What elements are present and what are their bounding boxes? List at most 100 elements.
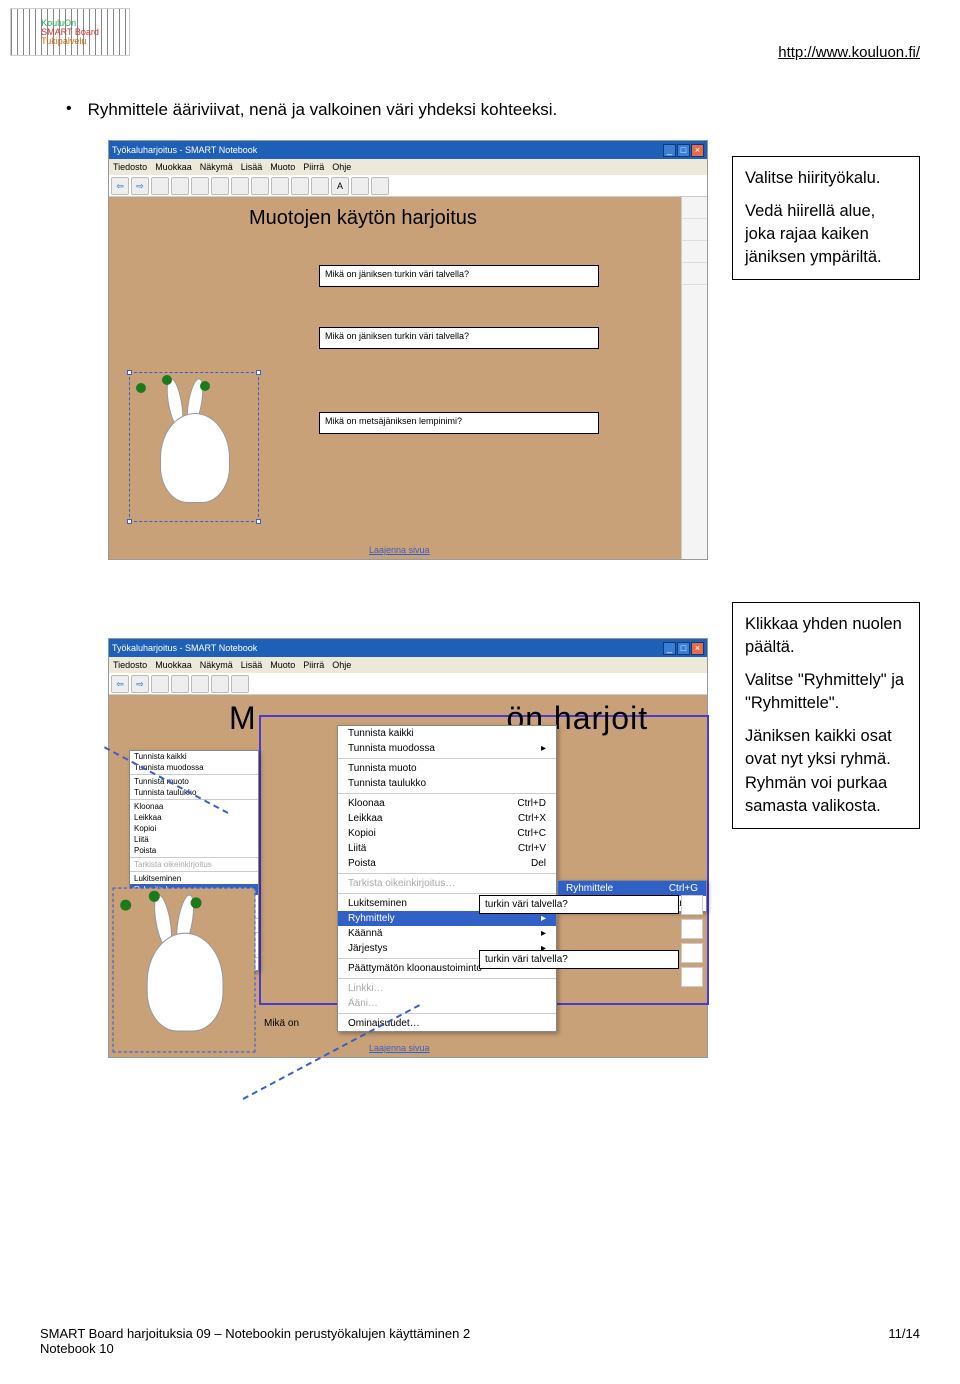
question-box-2[interactable]: Mikä on jäniksen turkin väri talvella? [319,327,599,349]
tool-8[interactable] [291,177,309,195]
maximize-button[interactable]: □ [677,144,690,157]
menu-item[interactable]: Poista [130,845,258,856]
tool-2[interactable] [171,177,189,195]
menu-separator [130,799,258,800]
menu-view[interactable]: Näkymä [200,660,233,670]
maximize-button[interactable]: □ [677,642,690,655]
tool-5[interactable] [231,675,249,693]
context-menu-main[interactable]: Tunnista kaikki Tunnista muodossa Tunnis… [337,725,557,1032]
minimize-button[interactable]: _ [663,144,676,157]
rotation-handle[interactable] [191,897,202,908]
menu-item[interactable]: Tunnista muoto [130,776,258,787]
tool-3[interactable] [191,177,209,195]
heading-frag-left: M [229,700,257,736]
logo: KouluOn SMART Board Tukipalvelu [10,8,130,56]
menu-edit[interactable]: Muokkaa [155,660,192,670]
menu-format[interactable]: Muoto [270,660,295,670]
menu-item[interactable]: Liitä [130,834,258,845]
forward-button[interactable]: ⇨ [131,177,149,195]
menubar: Tiedosto Muokkaa Näkymä Lisää Muoto Piir… [109,657,707,673]
nav-add-icon[interactable] [681,943,703,963]
close-button[interactable]: × [691,642,704,655]
rabbit-body [160,413,230,503]
resize-handle[interactable] [127,370,132,375]
nav-close-icon[interactable] [681,967,703,987]
screenshot-1: Työkaluharjoitus - SMART Notebook _ □ × … [108,140,708,560]
question-box-3[interactable]: Mikä on metsäjäniksen lempinimi? [319,412,599,434]
side-gallery-icon[interactable] [682,219,707,241]
question-box-1[interactable]: Mikä on jäniksen turkin väri talvella? [319,265,599,287]
rotation-handle[interactable] [200,381,210,391]
menu-help[interactable]: Ohje [332,660,351,670]
close-button[interactable]: × [691,144,704,157]
menu-file[interactable]: Tiedosto [113,162,147,172]
callout-box-2: Klikkaa yhden nuolen päältä. Valitse "Ry… [732,602,920,829]
menu-separator [338,978,556,979]
rotation-handle[interactable] [149,891,160,902]
rotation-handle[interactable] [120,900,131,911]
menu-draw[interactable]: Piirrä [303,162,324,172]
menu-file[interactable]: Tiedosto [113,660,147,670]
question-fragment-1: turkin väri talvella? [479,895,679,914]
rotation-handle[interactable] [136,383,146,393]
toolbar: ⇦ ⇨ A [109,175,707,197]
tool-4[interactable] [211,177,229,195]
menu-item[interactable]: Kopioi [130,823,258,834]
nav-prev-icon[interactable] [681,895,703,915]
expand-page-link[interactable]: Laajenna sivua [369,545,430,555]
back-button[interactable]: ⇦ [111,177,129,195]
footer-line2: Notebook 10 [40,1341,470,1356]
instruction-bullet: • Ryhmittele ääriviivat, nenä ja valkoin… [66,100,557,120]
resize-handle[interactable] [256,370,261,375]
rabbit-selection[interactable] [129,372,259,522]
bullet-dot: • [66,100,72,118]
resize-handle[interactable] [127,519,132,524]
menu-item-disabled: Ääni… [338,996,556,1011]
menu-draw[interactable]: Piirrä [303,660,324,670]
menu-item-disabled: Tarkista oikeinkirjoitus… [338,876,556,891]
canvas[interactable]: M ön harjoit Tunnista kaikki Tunnista mu… [109,695,707,1057]
menu-insert[interactable]: Lisää [241,162,263,172]
tool-4[interactable] [211,675,229,693]
tool-7[interactable] [271,177,289,195]
rabbit-selection[interactable] [113,888,256,1053]
minimize-button[interactable]: _ [663,642,676,655]
canvas-heading: Muotojen käytön harjoitus [249,207,477,230]
menu-edit[interactable]: Muokkaa [155,162,192,172]
side-props-icon[interactable] [682,263,707,285]
window-title: Työkaluharjoitus - SMART Notebook [112,145,257,155]
tool-5[interactable] [231,177,249,195]
toolbar: ⇦ ⇨ [109,673,707,695]
back-button[interactable]: ⇦ [111,675,129,693]
tool-10[interactable]: A [331,177,349,195]
tool-3[interactable] [191,675,209,693]
expand-page-link[interactable]: Laajenna sivua [369,1043,430,1053]
menu-item[interactable]: Tunnista kaikki [130,751,258,762]
tool-12[interactable] [371,177,389,195]
menu-item[interactable]: Lukitseminen [130,873,258,884]
menu-separator [130,857,258,858]
rotation-handle[interactable] [162,375,172,385]
menu-item[interactable]: Leikkaa [130,812,258,823]
forward-button[interactable]: ⇨ [131,675,149,693]
resize-handle[interactable] [256,519,261,524]
menu-view[interactable]: Näkymä [200,162,233,172]
bullet-text: Ryhmittele ääriviivat, nenä ja valkoinen… [88,100,558,120]
menu-item: Tunnista muoto [338,761,556,776]
tool-1[interactable] [151,675,169,693]
tool-11[interactable] [351,177,369,195]
menu-item[interactable]: Kloonaa [130,801,258,812]
menu-help[interactable]: Ohje [332,162,351,172]
side-attach-icon[interactable] [682,241,707,263]
tool-2[interactable] [171,675,189,693]
tool-1[interactable] [151,177,169,195]
nav-next-icon[interactable] [681,919,703,939]
tool-9[interactable] [311,177,329,195]
canvas[interactable]: Muotojen käytön harjoitus Mikä on jäniks… [109,197,707,559]
side-page-icon[interactable] [682,197,707,219]
menu-insert[interactable]: Lisää [241,660,263,670]
menu-format[interactable]: Muoto [270,162,295,172]
source-url[interactable]: http://www.kouluon.fi/ [778,44,920,61]
tool-6[interactable] [251,177,269,195]
menu-item-cut: LeikkaaCtrl+X [338,811,556,826]
